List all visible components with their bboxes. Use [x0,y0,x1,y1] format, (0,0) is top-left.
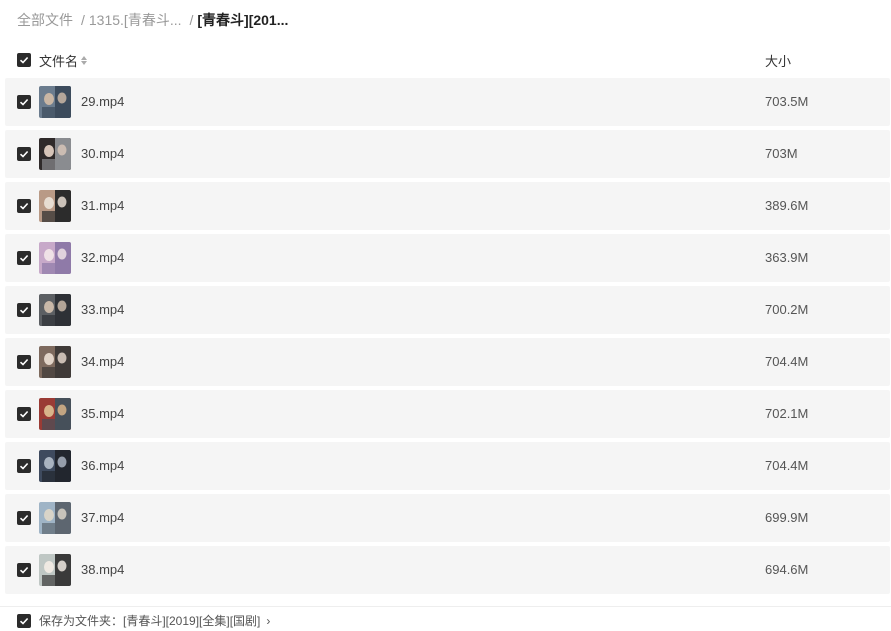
file-size: 389.6M [765,198,809,213]
file-name: 31.mp4 [81,198,125,213]
file-checkbox[interactable] [17,303,31,317]
file-size: 363.9M [765,250,809,265]
save-folder-bar: 保存为文件夹：[青春斗][2019][全集][国剧] › [0,606,891,631]
file-row[interactable]: 33.mp4 700.2M [5,286,890,334]
file-name: 33.mp4 [81,302,125,317]
file-size: 704.4M [765,458,809,473]
file-checkbox[interactable] [17,407,31,421]
column-header-name[interactable]: 文件名 [39,51,88,70]
file-name: 35.mp4 [81,406,125,421]
checkbox-checked-icon [19,306,29,314]
checkbox-checked-icon [19,254,29,262]
file-name: 36.mp4 [81,458,125,473]
file-checkbox[interactable] [17,147,31,161]
file-size: 699.9M [765,510,809,525]
file-size: 703.5M [765,94,809,109]
checkbox-checked-icon [19,410,29,418]
file-row[interactable]: 30.mp4 703M [5,130,890,178]
file-name: 38.mp4 [81,562,125,577]
file-size: 702.1M [765,406,809,421]
checkbox-checked-icon [19,98,29,106]
save-as-folder-checkbox[interactable] [17,614,31,628]
checkbox-checked-icon [19,617,29,625]
video-thumbnail [39,190,71,222]
checkbox-checked-icon [19,566,29,574]
file-checkbox[interactable] [17,355,31,369]
video-thumbnail [39,294,71,326]
video-thumbnail [39,86,71,118]
video-thumbnail [39,502,71,534]
checkbox-checked-icon [19,150,29,158]
file-row[interactable]: 37.mp4 699.9M [5,494,890,542]
checkbox-checked-icon [19,56,29,64]
chevron-right-icon[interactable]: › [266,614,270,628]
breadcrumb-separator: / [81,12,85,28]
file-row[interactable]: 31.mp4 389.6M [5,182,890,230]
column-header-name-label: 文件名 [39,54,79,69]
save-as-folder-label[interactable]: 保存为文件夹：[青春斗][2019][全集][国剧] › [39,612,270,629]
breadcrumb-item-parent[interactable]: 1315.[青春斗... [89,10,182,30]
breadcrumb-separator: / [189,12,194,28]
column-header-size: 大小 [765,54,792,69]
file-row[interactable]: 38.mp4 694.6M [5,546,890,594]
file-checkbox[interactable] [17,511,31,525]
sort-icon[interactable] [81,56,88,65]
video-thumbnail [39,554,71,586]
checkbox-checked-icon [19,202,29,210]
video-thumbnail [39,242,71,274]
file-size: 694.6M [765,562,809,577]
file-name: 32.mp4 [81,250,125,265]
file-row[interactable]: 29.mp4 703.5M [5,78,890,126]
file-size: 704.4M [765,354,809,369]
file-row[interactable]: 35.mp4 702.1M [5,390,890,438]
file-name: 29.mp4 [81,94,125,109]
video-thumbnail [39,346,71,378]
breadcrumb-item-root[interactable]: 全部文件 [17,10,73,30]
file-name: 34.mp4 [81,354,125,369]
file-row[interactable]: 34.mp4 704.4M [5,338,890,386]
video-thumbnail [39,398,71,430]
file-checkbox[interactable] [17,459,31,473]
file-checkbox[interactable] [17,199,31,213]
file-size: 703M [765,146,798,161]
file-checkbox[interactable] [17,251,31,265]
select-all-checkbox[interactable] [17,53,31,67]
checkbox-checked-icon [19,358,29,366]
file-checkbox[interactable] [17,95,31,109]
file-checkbox[interactable] [17,563,31,577]
file-name: 30.mp4 [81,146,125,161]
file-list-header: 文件名 大小 [0,46,891,74]
breadcrumb-item-current: [青春斗][201... [197,12,289,28]
file-row[interactable]: 36.mp4 704.4M [5,442,890,490]
file-row[interactable]: 32.mp4 363.9M [5,234,890,282]
checkbox-checked-icon [19,514,29,522]
checkbox-checked-icon [19,462,29,470]
video-thumbnail [39,450,71,482]
file-size: 700.2M [765,302,809,317]
file-name: 37.mp4 [81,510,125,525]
breadcrumb: 全部文件 / 1315.[青春斗... / [青春斗][201... [17,10,288,30]
file-list: 29.mp4 703.5M 30.mp4 703M 31.mp4 389.6M 32.mp4… [5,78,890,598]
video-thumbnail [39,138,71,170]
